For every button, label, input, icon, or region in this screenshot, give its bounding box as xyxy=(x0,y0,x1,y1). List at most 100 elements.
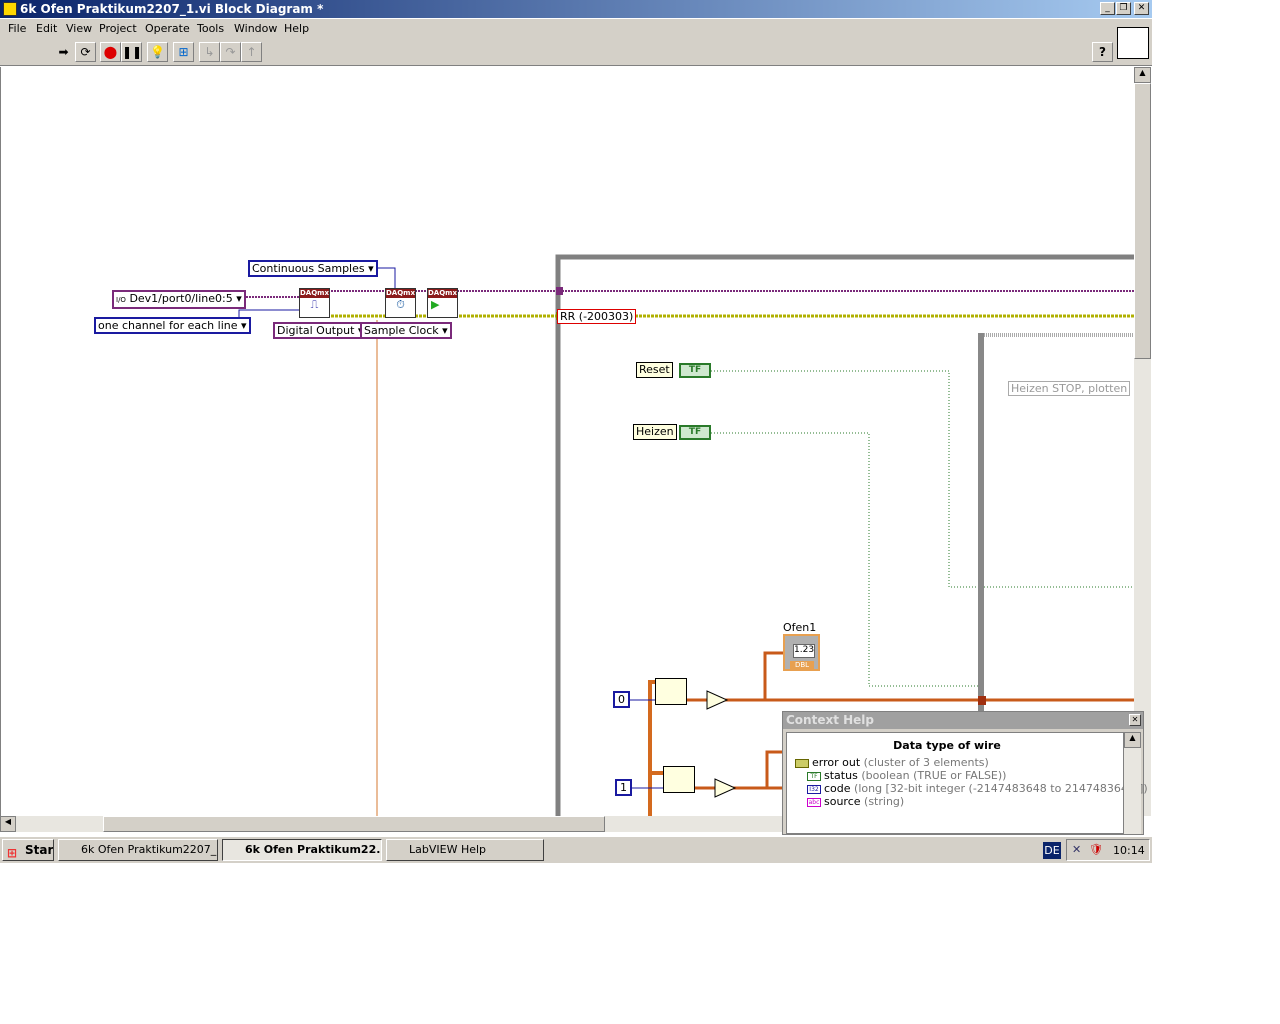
taskbar-item-label: LabVIEW Help xyxy=(409,843,487,856)
antivirus-icon[interactable]: 🛡 xyxy=(1089,843,1103,856)
help-item-type: (boolean (TRUE or FALSE)) xyxy=(861,769,1007,782)
daqmx-header: DAQmx xyxy=(428,289,457,298)
title-bar: 6k Ofen Praktikum2207_1.vi Block Diagram… xyxy=(0,0,1152,18)
cluster-icon xyxy=(795,758,809,768)
sample-mode-value: Continuous Samples xyxy=(252,262,365,275)
network-icon[interactable]: ✕ xyxy=(1072,843,1081,856)
menu-project[interactable]: Project xyxy=(99,22,137,35)
ofen-label: Ofen1 xyxy=(783,621,817,634)
menu-file[interactable]: File xyxy=(8,22,26,35)
help-item-name: code xyxy=(824,782,851,795)
case-selector-label[interactable]: Heizen STOP, plotten xyxy=(1008,381,1131,396)
to-dbl-node xyxy=(706,690,729,710)
ofen1-indicator[interactable]: 1.23 DBL xyxy=(783,634,820,671)
block-diagram-canvas[interactable]: Continuous Samples ▾ I/O Dev1/port0/line… xyxy=(0,67,1134,816)
index-array-node[interactable] xyxy=(663,766,695,793)
menu-operate[interactable]: Operate xyxy=(145,22,190,35)
sample-clock-selector[interactable]: Sample Clock ▾ xyxy=(360,322,452,339)
selector-value: Digital Output xyxy=(277,324,355,337)
line-grouping-constant[interactable]: one channel for each line ▾ xyxy=(94,317,251,334)
daqmx-header: DAQmx xyxy=(386,289,415,298)
selector-value: Sample Clock xyxy=(364,324,439,337)
start-label: Start xyxy=(25,843,54,857)
boolean-icon: TF xyxy=(807,771,821,781)
retain-wire-values-icon[interactable]: ⊞ xyxy=(173,42,194,62)
menu-window[interactable]: Window xyxy=(234,22,277,35)
reset-wire xyxy=(711,370,1134,588)
daqmx-header: DAQmx xyxy=(300,289,329,298)
menu-tools[interactable]: Tools xyxy=(197,22,224,35)
help-item: I32 code (long [32-bit integer (-21474836… xyxy=(807,782,1148,795)
taskbar: ⊞ Start 6k Ofen Praktikum2207_... 6k Ofen… xyxy=(0,836,1152,863)
to-dbl-node xyxy=(714,778,737,798)
heizen-terminal[interactable]: TF xyxy=(679,425,711,440)
abort-icon[interactable]: ⬤ xyxy=(100,42,121,62)
help-item-name: error out xyxy=(812,756,861,769)
taskbar-item[interactable]: 6k Ofen Praktikum2207_... xyxy=(58,839,218,861)
channel-constant[interactable]: I/O Dev1/port0/line0:5 ▾ xyxy=(112,290,246,309)
line-grouping-value: one channel for each line xyxy=(98,319,238,332)
restore-button[interactable]: ❐ xyxy=(1116,2,1131,15)
start-button[interactable]: ⊞ Start xyxy=(2,839,54,861)
language-indicator[interactable]: DE xyxy=(1043,842,1061,859)
daqmx-start-task-node[interactable]: DAQmx ▶ xyxy=(427,288,458,318)
daqmx-create-channel-node[interactable]: DAQmx ⎍ xyxy=(299,288,330,318)
sample-mode-constant[interactable]: Continuous Samples ▾ xyxy=(248,260,378,277)
vertical-scroll-thumb[interactable] xyxy=(1134,83,1151,359)
index-array-node[interactable] xyxy=(655,678,687,705)
taskbar-item-active[interactable]: 6k Ofen Praktikum22... xyxy=(222,839,382,861)
clock[interactable]: 10:14 xyxy=(1113,844,1145,857)
ofen-type: DBL xyxy=(790,661,814,669)
help-item-name: status xyxy=(824,769,858,782)
step-over-icon[interactable]: ↷ xyxy=(220,42,241,62)
window-title: 6k Ofen Praktikum2207_1.vi Block Diagram… xyxy=(20,2,324,16)
index-constant-1[interactable]: 1 xyxy=(615,779,632,796)
io-prefix: I/O xyxy=(116,296,126,304)
step-into-icon[interactable]: ↳ xyxy=(199,42,220,62)
toolbar: ➡ ⟳ ⬤ ❚❚ 💡 ⊞ ↳ ↷ ↑ ? xyxy=(0,27,1152,66)
pause-icon[interactable]: ❚❚ xyxy=(121,42,142,62)
heizen-label: Heizen xyxy=(633,424,677,440)
taskbar-item-label: 6k Ofen Praktikum2207_... xyxy=(81,843,218,856)
run-icon[interactable]: ➡ xyxy=(53,42,74,62)
vi-icon[interactable] xyxy=(1117,27,1149,59)
menu-help[interactable]: Help xyxy=(284,22,309,35)
help-item: TF status (boolean (TRUE or FALSE)) xyxy=(807,769,1006,782)
vertical-scrollbar[interactable]: ▲ xyxy=(1134,67,1151,816)
minimize-button[interactable]: _ xyxy=(1100,2,1115,15)
reset-terminal[interactable]: TF xyxy=(679,363,711,378)
digital-output-selector[interactable]: Digital Output ▾ xyxy=(273,322,368,339)
windows-logo-icon: ⊞ xyxy=(7,846,18,860)
step-out-icon[interactable]: ↑ xyxy=(241,42,262,62)
context-help-heading: Data type of wire xyxy=(893,739,1001,752)
run-continuously-icon[interactable]: ⟳ xyxy=(75,42,96,62)
wires xyxy=(231,254,1134,816)
error-constant[interactable]: RR (-200303) xyxy=(557,309,637,324)
reset-label: Reset xyxy=(636,362,673,378)
context-help-window: Context Help ✕ Data type of wire error o… xyxy=(782,711,1148,835)
menu-edit[interactable]: Edit xyxy=(36,22,57,35)
taskbar-item-label: 6k Ofen Praktikum22... xyxy=(245,843,382,856)
index-constant-0[interactable]: 0 xyxy=(613,691,630,708)
horizontal-scroll-thumb[interactable] xyxy=(103,816,605,832)
close-button[interactable]: ✕ xyxy=(1134,2,1149,15)
heizen-wire xyxy=(711,432,979,687)
help-item-type: (cluster of 3 elements) xyxy=(863,756,989,769)
context-help-scrollbar[interactable]: ▲ xyxy=(1124,732,1141,834)
context-help-title: Context Help xyxy=(783,712,1143,729)
context-help-button[interactable]: ? xyxy=(1092,42,1113,62)
menu-view[interactable]: View xyxy=(66,22,92,35)
context-help-body: Data type of wire error out (cluster of … xyxy=(786,732,1148,834)
labview-icon xyxy=(3,2,17,16)
context-help-close-button[interactable]: ✕ xyxy=(1129,714,1141,726)
daqmx-timing-node[interactable]: DAQmx ⏱ xyxy=(385,288,416,318)
ofen-value: 1.23 xyxy=(793,644,815,658)
highlight-execution-icon[interactable]: 💡 xyxy=(147,42,168,62)
channel-value: Dev1/port0/line0:5 xyxy=(129,292,233,305)
shift-register xyxy=(556,287,563,295)
i32-icon: I32 xyxy=(807,784,821,794)
help-item: abc source (string) xyxy=(807,795,904,808)
help-item: error out (cluster of 3 elements) xyxy=(795,756,989,769)
taskbar-item[interactable]: LabVIEW Help xyxy=(386,839,544,861)
help-item-type: (long [32-bit integer (-2147483648 to 21… xyxy=(854,782,1148,795)
